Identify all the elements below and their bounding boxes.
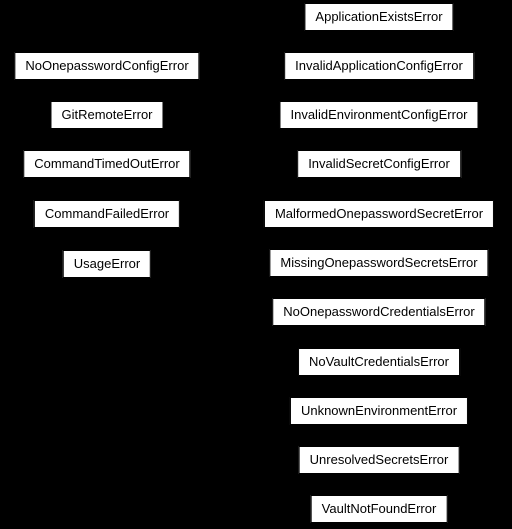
error-label: GitRemoteError [61, 107, 152, 122]
error-node-no-vault-credentials: NoVaultCredentialsError [298, 348, 460, 376]
error-node-no-onepassword-config: NoOnepasswordConfigError [14, 52, 199, 80]
error-node-git-remote: GitRemoteError [50, 101, 163, 129]
error-label: NoOnepasswordCredentialsError [283, 304, 474, 319]
error-label: VaultNotFoundError [322, 501, 437, 516]
error-label: MissingOnepasswordSecretsError [280, 255, 477, 270]
error-node-invalid-secret-config: InvalidSecretConfigError [297, 150, 461, 178]
error-label: ApplicationExistsError [315, 9, 442, 24]
error-node-missing-onepassword-secrets: MissingOnepasswordSecretsError [269, 249, 488, 277]
error-label: NoVaultCredentialsError [309, 354, 449, 369]
error-label: CommandFailedError [45, 206, 169, 221]
error-label: UnresolvedSecretsError [310, 452, 449, 467]
error-label: UnknownEnvironmentError [301, 403, 457, 418]
error-label: InvalidEnvironmentConfigError [290, 107, 467, 122]
error-label: InvalidSecretConfigError [308, 156, 450, 171]
error-label: InvalidApplicationConfigError [295, 58, 463, 73]
error-label: CommandTimedOutError [34, 156, 179, 171]
error-node-usage: UsageError [63, 250, 151, 278]
error-node-malformed-onepassword-secret: MalformedOnepasswordSecretError [264, 200, 494, 228]
error-node-invalid-application-config: InvalidApplicationConfigError [284, 52, 474, 80]
error-label: UsageError [74, 256, 140, 271]
error-node-unresolved-secrets: UnresolvedSecretsError [299, 446, 460, 474]
error-node-application-exists: ApplicationExistsError [304, 3, 453, 31]
error-label: MalformedOnepasswordSecretError [275, 206, 483, 221]
error-node-invalid-environment-config: InvalidEnvironmentConfigError [279, 101, 478, 129]
error-node-unknown-environment: UnknownEnvironmentError [290, 397, 468, 425]
error-node-command-timed-out: CommandTimedOutError [23, 150, 190, 178]
error-node-command-failed: CommandFailedError [34, 200, 180, 228]
error-label: NoOnepasswordConfigError [25, 58, 188, 73]
error-node-no-onepassword-credentials: NoOnepasswordCredentialsError [272, 298, 485, 326]
error-node-vault-not-found: VaultNotFoundError [311, 495, 448, 523]
